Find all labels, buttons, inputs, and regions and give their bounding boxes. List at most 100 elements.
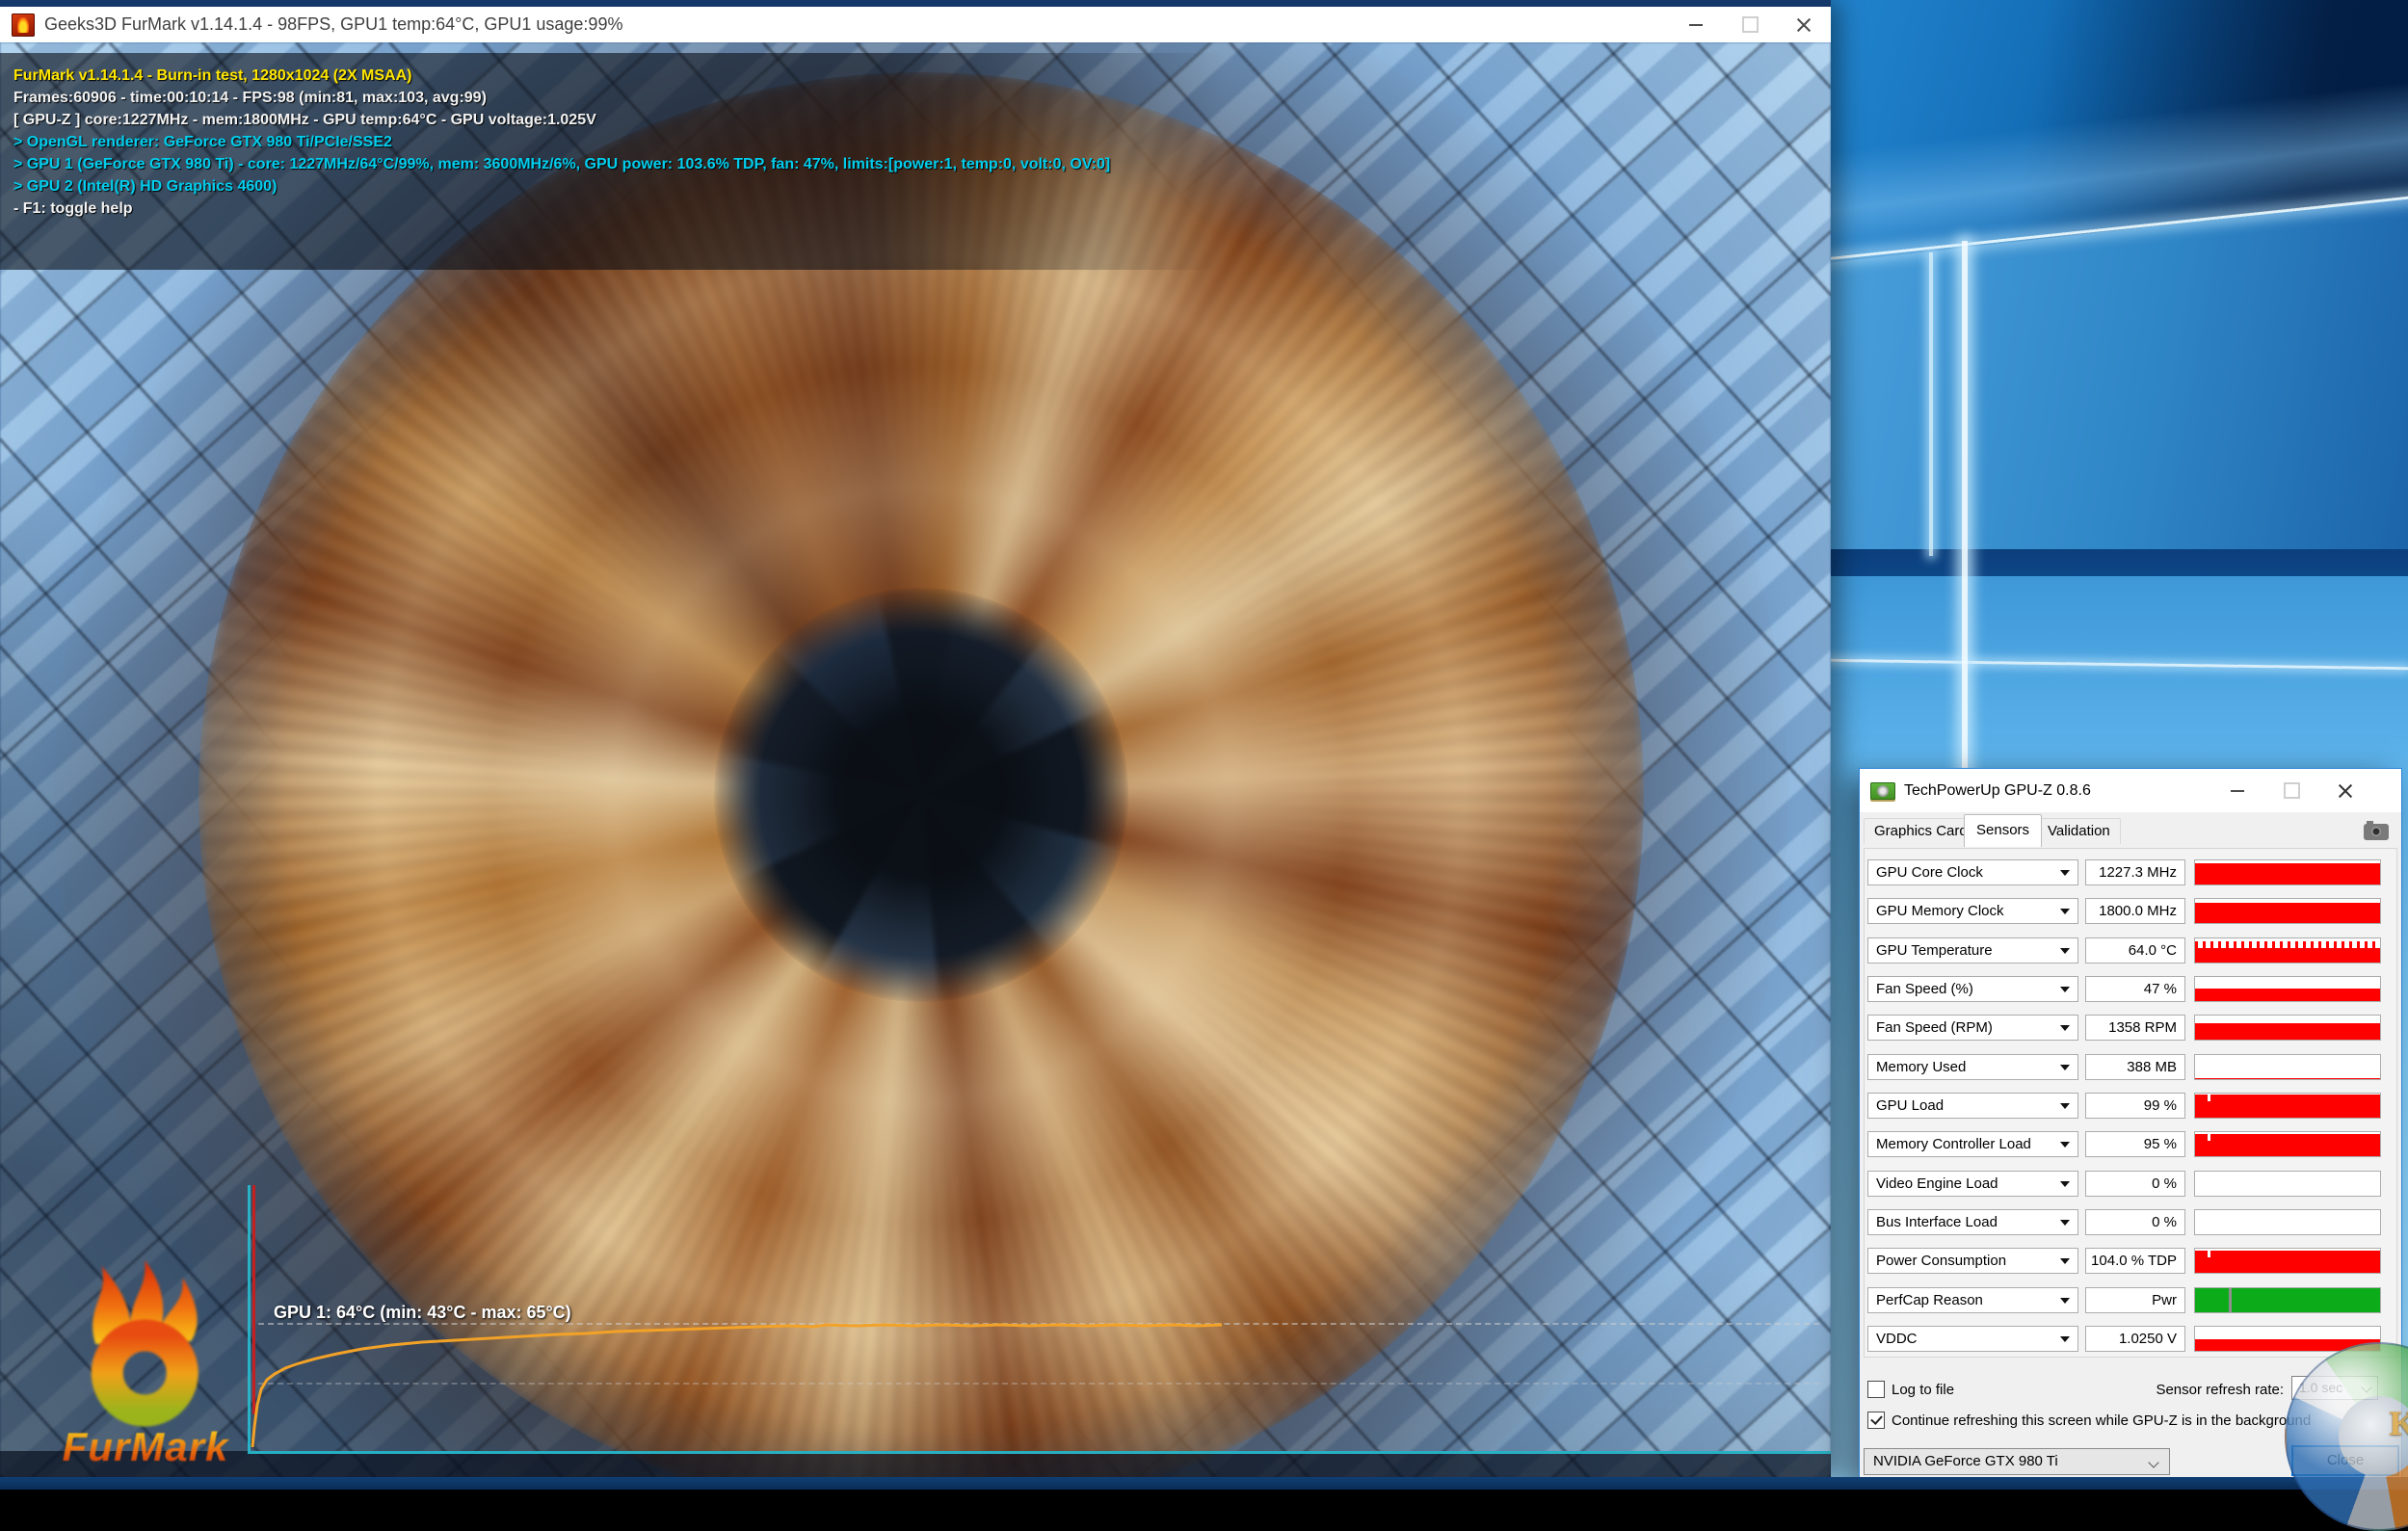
tab-sensors[interactable]: Sensors [1964,814,2042,847]
close-icon [2338,783,2353,799]
dropdown-arrow-icon [2060,1142,2070,1148]
furmark-logo: FurMark [25,1254,266,1478]
sensor-graph [2194,1015,2381,1041]
dropdown-arrow-icon [2060,1025,2070,1031]
dropdown-arrow-icon [2060,948,2070,954]
sensor-label: Memory Used [1876,1059,1966,1075]
sensor-label: Bus Interface Load [1876,1214,1998,1230]
sensor-value: 1800.0 MHz [2085,898,2185,924]
sensor-graph [2194,1287,2381,1313]
sensor-name-dropdown[interactable]: PerfCap Reason [1867,1287,2078,1313]
dropdown-arrow-icon [2060,1103,2070,1109]
sensor-label: Fan Speed (%) [1876,981,1973,997]
sensor-name-dropdown[interactable]: GPU Load [1867,1093,2078,1119]
sensor-value: 47 % [2085,976,2185,1002]
screenshot-camera-icon[interactable] [2364,824,2389,840]
sensor-name-dropdown[interactable]: GPU Temperature [1867,937,2078,963]
osd-gpu1-line: > GPU 1 (GeForce GTX 980 Ti) - core: 122… [13,153,1224,175]
gpuz-minimize-button[interactable] [2210,769,2264,812]
sensor-name-dropdown[interactable]: Bus Interface Load [1867,1209,2078,1235]
sensor-name-dropdown[interactable]: Memory Used [1867,1054,2078,1080]
dropdown-arrow-icon [2060,1298,2070,1304]
maximize-icon [2284,782,2300,799]
sensor-value: 99 % [2085,1093,2185,1119]
furmark-osd-overlay: FurMark v1.14.1.4 - Burn-in test, 1280x1… [0,53,1224,270]
windows-logo-vertical-glow-short [1929,252,1933,556]
sensor-label: VDDC [1876,1331,1918,1347]
sensor-name-dropdown[interactable]: GPU Core Clock [1867,859,2078,885]
sensor-label: GPU Memory Clock [1876,903,2004,919]
osd-benchmark-line: FurMark v1.14.1.4 - Burn-in test, 1280x1… [13,65,1224,87]
osd-gpuz-line: [ GPU-Z ] core:1227MHz - mem:1800MHz - G… [13,109,1224,131]
sensor-graph [2194,859,2381,885]
furmark-flame-donut-icon [25,1254,266,1428]
furmark-window: Geeks3D FurMark v1.14.1.4 - 98FPS, GPU1 … [0,0,1831,1478]
continue-refreshing-checkbox[interactable] [1867,1412,1885,1429]
dropdown-arrow-icon [2060,909,2070,914]
sensor-name-dropdown[interactable]: VDDC [1867,1326,2078,1352]
sensor-value: Pwr [2085,1287,2185,1313]
gpu-device-value: NVIDIA GeForce GTX 980 Ti [1873,1453,2058,1469]
gpu-temperature-label: GPU 1: 64°C (min: 43°C - max: 65°C) [274,1303,571,1323]
log-to-file-label: Log to file [1892,1382,1954,1398]
furmark-app-icon [12,13,35,37]
gpu-device-select[interactable]: NVIDIA GeForce GTX 980 Ti [1864,1448,2170,1475]
furmark-close-button[interactable] [1777,7,1831,42]
sensor-graph [2194,1131,2381,1157]
sensor-value: 1358 RPM [2085,1015,2185,1041]
dropdown-arrow-icon [2060,1258,2070,1264]
sensor-name-dropdown[interactable]: GPU Memory Clock [1867,898,2078,924]
sensor-label: Power Consumption [1876,1253,2006,1269]
dropdown-arrow-icon [2060,1181,2070,1187]
sensor-value: 0 % [2085,1209,2185,1235]
sensor-value: 1.0250 V [2085,1326,2185,1352]
osd-frames-line: Frames:60906 - time:00:10:14 - FPS:98 (m… [13,87,1224,109]
refresh-rate-label: Sensor refresh rate: [2081,1382,2284,1398]
osd-gpu2-line: > GPU 2 (Intel(R) HD Graphics 4600) [13,175,1224,198]
sensor-value: 0 % [2085,1171,2185,1197]
tab-graphics-card[interactable]: Graphics Card [1864,818,1978,844]
log-to-file-checkbox[interactable] [1867,1381,1885,1398]
furmark-minimize-button[interactable] [1669,7,1723,42]
gpuz-tab-bar: Graphics Card Sensors Validation [1860,812,2401,846]
sensor-name-dropdown[interactable]: Video Engine Load [1867,1171,2078,1197]
sensor-graph [2194,1248,2381,1274]
sensor-name-dropdown[interactable]: Power Consumption [1867,1248,2078,1274]
furmark-window-controls [1669,7,1831,42]
sensor-name-dropdown[interactable]: Fan Speed (RPM) [1867,1015,2078,1041]
gpuz-titlebar: TechPowerUp GPU-Z 0.8.6 [1860,769,2401,812]
sensor-row: GPU Load 99 % [1860,1093,2403,1119]
taskbar-strip [0,1477,2408,1490]
sensor-row: Memory Used 388 MB [1860,1054,2403,1080]
furmark-bottom-shade [0,1451,1831,1478]
sensor-value: 1227.3 MHz [2085,859,2185,885]
sensor-graph [2194,1093,2381,1119]
furmark-window-title: Geeks3D FurMark v1.14.1.4 - 98FPS, GPU1 … [44,14,622,35]
sensor-label: GPU Core Clock [1876,864,1983,881]
gpuz-close-button[interactable] [2318,769,2372,812]
sensor-label: GPU Temperature [1876,942,1993,959]
osd-renderer-line: > OpenGL renderer: GeForce GTX 980 Ti/PC… [13,131,1224,153]
sensor-row: GPU Core Clock 1227.3 MHz [1860,859,2403,885]
minimize-icon [2231,790,2244,792]
dropdown-arrow-icon [2060,1220,2070,1226]
sensor-graph [2194,1171,2381,1197]
furmark-render-area: FurMark v1.14.1.4 - Burn-in test, 1280x1… [0,42,1831,1478]
gpuz-window-controls [2210,769,2372,812]
gpuz-maximize-button[interactable] [2264,769,2318,812]
sensor-name-dropdown[interactable]: Memory Controller Load [1867,1131,2078,1157]
dropdown-arrow-icon [2060,1336,2070,1342]
close-icon [1796,17,1812,33]
furmark-maximize-button[interactable] [1723,7,1777,42]
sensor-name-dropdown[interactable]: Fan Speed (%) [1867,976,2078,1002]
sensor-row: Fan Speed (RPM) 1358 RPM [1860,1015,2403,1041]
sensor-value: 95 % [2085,1131,2185,1157]
gpuz-app-icon [1870,782,1895,800]
gpu-temperature-curve [249,1143,1241,1453]
sensor-graph [2194,898,2381,924]
sensor-row: Memory Controller Load 95 % [1860,1131,2403,1157]
sensor-label: Fan Speed (RPM) [1876,1019,1993,1036]
minimize-icon [1689,24,1703,26]
continue-refreshing-label: Continue refreshing this screen while GP… [1892,1412,2311,1429]
tab-validation[interactable]: Validation [2037,818,2121,844]
